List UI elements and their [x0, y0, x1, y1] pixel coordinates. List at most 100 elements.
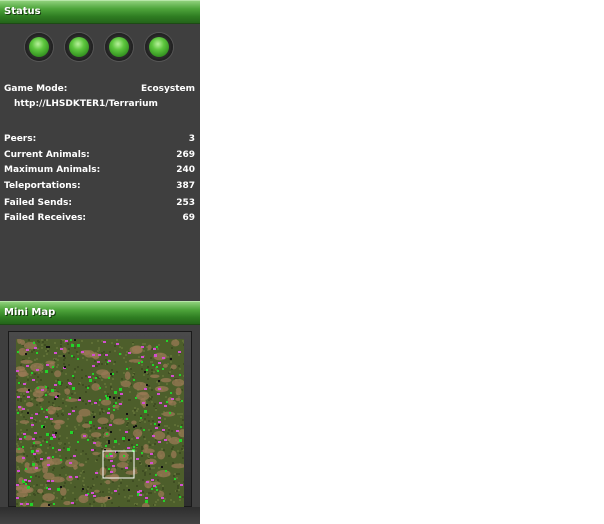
- animal-marker: [137, 491, 140, 493]
- plant-marker: [46, 409, 48, 411]
- animal-marker: [72, 410, 75, 412]
- carnivore-marker: [161, 466, 163, 468]
- plant-marker: [174, 478, 176, 480]
- plant-marker: [99, 387, 101, 389]
- plant-marker: [179, 439, 182, 442]
- plant-marker: [40, 444, 42, 446]
- carnivore-marker: [63, 355, 65, 357]
- plant-marker: [169, 412, 171, 414]
- animal-marker: [36, 369, 39, 371]
- plant-marker: [46, 441, 48, 443]
- animal-marker: [158, 421, 161, 423]
- plant-marker: [155, 474, 157, 476]
- animal-marker: [141, 346, 144, 348]
- plant-marker: [72, 375, 74, 377]
- plant-marker: [32, 463, 35, 466]
- animal-marker: [17, 396, 20, 398]
- animal-marker: [34, 347, 37, 349]
- animal-marker: [110, 460, 113, 462]
- plant-marker: [166, 401, 168, 403]
- plant-marker: [119, 388, 122, 391]
- plant-marker: [57, 488, 60, 491]
- animal-marker: [109, 424, 112, 426]
- side-panel: Status Game Mode: Ecosystem http://LHSDK…: [0, 0, 200, 524]
- animal-marker: [28, 480, 31, 482]
- animal-marker: [94, 402, 97, 404]
- plant-marker: [106, 433, 108, 435]
- carnivore-marker: [27, 412, 29, 414]
- animal-marker: [171, 398, 174, 400]
- plant-marker: [52, 447, 54, 449]
- carnivore-marker: [43, 426, 45, 428]
- animal-marker: [152, 435, 155, 437]
- plant-marker: [166, 340, 168, 342]
- animal-marker: [125, 467, 128, 469]
- plant-marker: [136, 444, 138, 446]
- minimap-bottom-border: [0, 507, 200, 524]
- status-light-3: [105, 33, 133, 61]
- plant-marker: [69, 397, 71, 399]
- plant-marker: [52, 456, 54, 458]
- carnivore-marker: [108, 497, 110, 499]
- carnivore-marker: [126, 413, 128, 415]
- animal-marker: [159, 402, 162, 404]
- minimap-canvas[interactable]: [16, 339, 184, 507]
- plant-marker: [122, 437, 125, 440]
- animal-marker: [151, 479, 154, 481]
- animal-marker: [35, 467, 38, 469]
- plant-marker: [162, 368, 164, 370]
- plant-marker: [106, 398, 108, 400]
- animal-marker: [164, 439, 167, 441]
- animal-marker: [128, 352, 131, 354]
- animal-marker: [150, 453, 153, 455]
- plant-marker: [141, 452, 143, 454]
- stat-row-peers: Peers: 3: [4, 134, 195, 145]
- animal-marker: [88, 400, 91, 402]
- plant-marker: [30, 476, 32, 478]
- animal-marker: [30, 417, 33, 419]
- plant-marker: [30, 503, 33, 506]
- animal-marker: [78, 399, 81, 401]
- plant-marker: [156, 346, 158, 348]
- animal-marker: [65, 340, 68, 342]
- status-title: Status: [4, 6, 41, 17]
- animal-marker: [54, 384, 57, 386]
- plant-marker: [151, 488, 153, 490]
- stat-label: Peers:: [4, 134, 37, 144]
- animal-marker: [161, 497, 164, 499]
- plant-marker: [70, 339, 72, 341]
- animal-marker: [81, 351, 84, 353]
- carnivore-marker: [57, 395, 59, 397]
- animal-marker: [125, 431, 128, 433]
- minimap[interactable]: [16, 339, 184, 507]
- animal-marker: [92, 365, 95, 367]
- carnivore-marker: [158, 380, 160, 382]
- carnivore-marker: [113, 397, 115, 399]
- plant-marker: [99, 399, 101, 401]
- plant-marker: [31, 450, 34, 453]
- animal-marker: [153, 485, 156, 487]
- plant-marker: [18, 382, 20, 384]
- animal-marker: [41, 389, 44, 391]
- plant-marker: [89, 379, 92, 382]
- minimap-title: Mini Map: [4, 307, 56, 318]
- animal-marker: [32, 379, 35, 381]
- animal-marker: [68, 413, 71, 415]
- animal-marker: [27, 396, 30, 398]
- carnivore-marker: [118, 397, 120, 399]
- animal-marker: [26, 349, 29, 351]
- animal-marker: [75, 476, 78, 478]
- carnivore-marker: [48, 346, 50, 348]
- plant-marker: [67, 448, 70, 451]
- plant-marker: [51, 389, 54, 392]
- plant-marker: [114, 440, 117, 443]
- animal-marker: [17, 470, 20, 472]
- plant-marker: [18, 448, 20, 450]
- plant-marker: [45, 386, 47, 388]
- plant-marker: [108, 377, 110, 379]
- status-header: Status: [0, 0, 200, 24]
- plant-marker: [143, 429, 145, 431]
- plant-marker: [126, 368, 128, 370]
- animal-marker: [112, 465, 115, 467]
- animal-marker: [144, 388, 147, 390]
